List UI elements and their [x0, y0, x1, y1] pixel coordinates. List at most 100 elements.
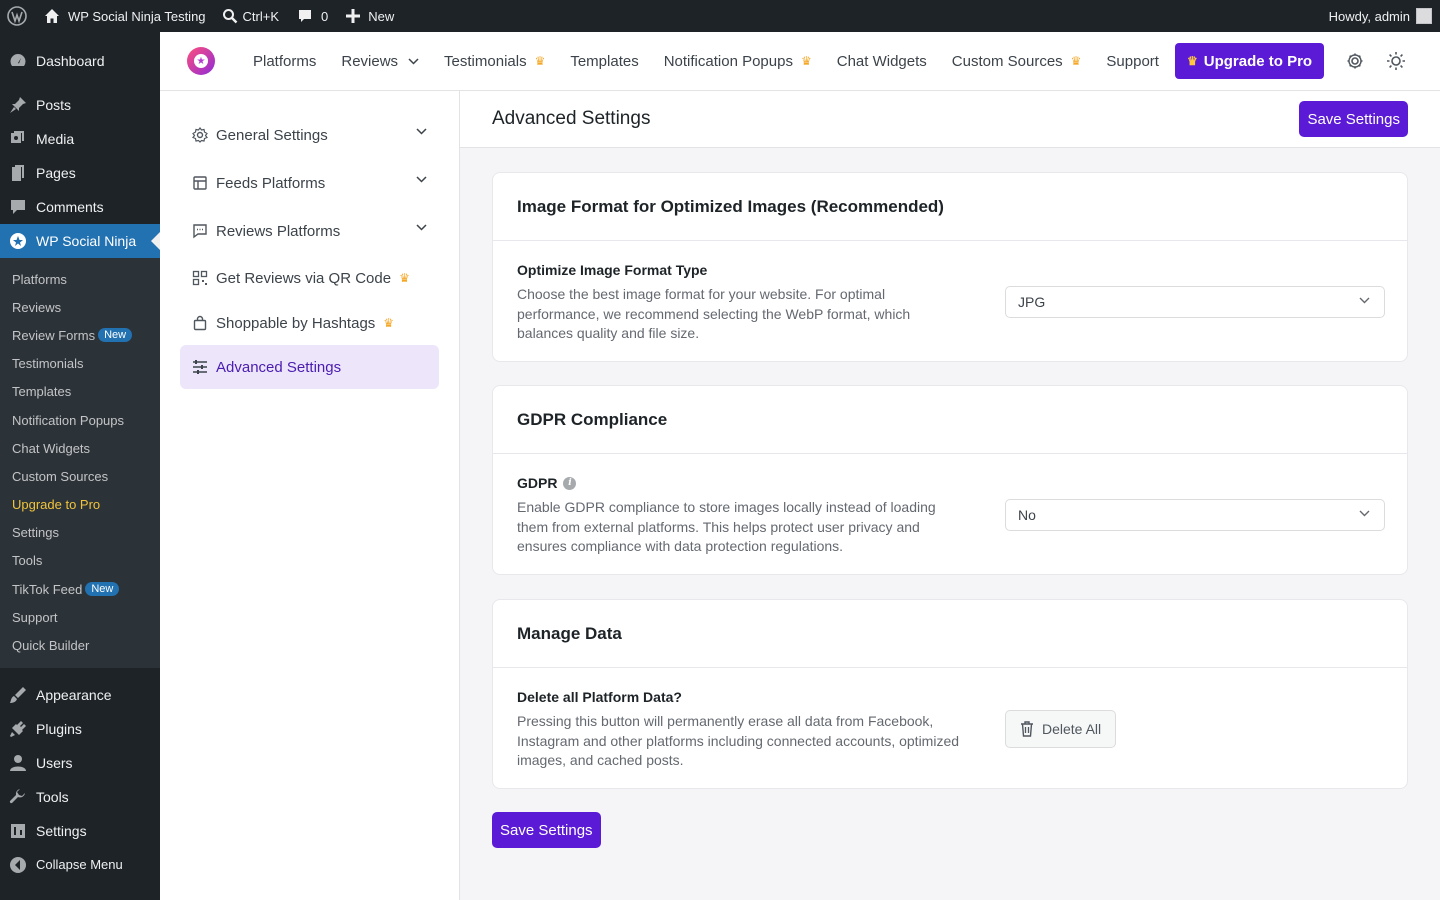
chevron-down-icon: [416, 128, 427, 135]
menu-label: Settings: [36, 822, 87, 839]
submenu-upgrade-to-pro[interactable]: Upgrade to Pro: [0, 491, 160, 519]
submenu-platforms[interactable]: Platforms: [0, 265, 160, 293]
avatar: [1416, 8, 1432, 24]
delete-all-button[interactable]: Delete All: [1005, 710, 1117, 748]
chevron-down-icon: [416, 224, 427, 231]
menu-pages[interactable]: Pages: [0, 156, 160, 190]
submenu-reviews[interactable]: Reviews: [0, 293, 160, 321]
nav-label: Platforms: [253, 52, 317, 70]
card-body: GDPR i Enable GDPR compliance to store i…: [493, 454, 1407, 574]
gdpr-select[interactable]: No: [1005, 499, 1385, 531]
submenu-settings[interactable]: Settings: [0, 519, 160, 547]
settings-nav-advanced[interactable]: Advanced Settings: [180, 345, 439, 389]
nav-label: Testimonials: [444, 52, 527, 70]
submenu-chat-widgets[interactable]: Chat Widgets: [0, 434, 160, 462]
admin-sidebar: Dashboard Posts Media Pages Comments WP …: [0, 32, 160, 900]
menu-dashboard[interactable]: Dashboard: [0, 44, 160, 78]
wordpress-logo-icon[interactable]: [0, 0, 37, 32]
comments-count: 0: [321, 8, 329, 24]
plus-icon: [346, 9, 361, 23]
submenu-label: Upgrade to Pro: [12, 497, 101, 513]
site-name-link[interactable]: WP Social Ninja Testing: [37, 0, 213, 32]
image-format-select[interactable]: JPG: [1005, 286, 1385, 318]
submenu-custom-sources[interactable]: Custom Sources: [0, 462, 160, 490]
submenu-support[interactable]: Support: [0, 603, 160, 631]
menu-label: Dashboard: [36, 53, 105, 69]
settings-nav-label: General Settings: [216, 126, 328, 144]
settings-nav-qr-code[interactable]: Get Reviews via QR Code ♛: [180, 256, 439, 300]
comments-link[interactable]: 0: [290, 0, 335, 32]
nav-support[interactable]: Support: [1106, 53, 1159, 70]
menu-settings[interactable]: Settings: [0, 814, 160, 848]
field-label: Delete all Platform Data?: [517, 689, 682, 705]
menu-comments[interactable]: Comments: [0, 190, 160, 224]
submenu-label: Templates: [12, 384, 72, 400]
home-icon: [45, 9, 59, 23]
search-shortcut[interactable]: Ctrl+K: [215, 0, 286, 32]
settings-nav-reviews-platforms[interactable]: Reviews Platforms: [180, 209, 439, 253]
crown-icon: ♛: [800, 54, 812, 68]
info-icon[interactable]: i: [563, 476, 577, 490]
settings-nav-general[interactable]: General Settings: [180, 113, 439, 157]
search-icon: [222, 9, 237, 24]
menu-label: WP Social Ninja: [36, 233, 137, 249]
crown-icon: ♛: [1186, 54, 1198, 68]
submenu-testimonials[interactable]: Testimonials: [0, 350, 160, 378]
nav-chat-widgets[interactable]: Chat Widgets: [837, 53, 927, 70]
settings-nav-feeds-platforms[interactable]: Feeds Platforms: [180, 161, 439, 205]
nav-templates[interactable]: Templates: [570, 53, 638, 70]
crown-icon: ♛: [399, 271, 410, 285]
plugin-icon: [8, 719, 28, 739]
nav-notification-popups[interactable]: Notification Popups ♛: [664, 53, 812, 70]
crown-icon: ♛: [383, 316, 395, 330]
delete-all-label: Delete All: [1042, 721, 1102, 737]
user-icon: [8, 753, 28, 773]
nav-label: Chat Widgets: [836, 52, 927, 70]
wp-social-ninja-submenu: Platforms Reviews Review Forms New Testim…: [0, 258, 160, 668]
save-settings-button[interactable]: Save Settings: [1299, 101, 1408, 137]
submenu-review-forms[interactable]: Review Forms New: [0, 321, 160, 349]
submenu-templates[interactable]: Templates: [0, 378, 160, 406]
menu-media[interactable]: Media: [0, 122, 160, 156]
menu-label: Comments: [36, 199, 104, 215]
nav-label: Templates: [570, 52, 639, 70]
select-value: No: [1018, 507, 1036, 523]
menu-label: Tools: [36, 788, 69, 805]
menu-tools[interactable]: Tools: [0, 780, 160, 814]
field-label-row: GDPR i: [517, 475, 577, 491]
upgrade-to-pro-button[interactable]: ♛ Upgrade to Pro: [1174, 43, 1325, 79]
account-menu[interactable]: Howdy, admin: [1322, 0, 1440, 32]
comment-icon: [299, 10, 312, 22]
nav-platforms[interactable]: Platforms: [253, 53, 316, 70]
new-badge: New: [98, 328, 133, 343]
save-settings-bottom-button[interactable]: Save Settings: [492, 812, 601, 848]
select-value: JPG: [1018, 294, 1046, 310]
settings-gear-button[interactable]: [1346, 52, 1364, 70]
chevron-down-icon: [416, 176, 427, 183]
menu-posts[interactable]: Posts: [0, 88, 160, 122]
nav-custom-sources[interactable]: Custom Sources ♛: [952, 53, 1082, 70]
nav-label: Custom Sources: [951, 52, 1063, 70]
submenu-tools[interactable]: Tools: [0, 547, 160, 575]
new-content-link[interactable]: New: [339, 0, 401, 32]
submenu-label: Custom Sources: [12, 468, 109, 484]
gear-icon: [192, 127, 208, 143]
review-icon: [192, 223, 208, 239]
settings-nav-shoppable[interactable]: Shoppable by Hashtags ♛: [180, 301, 439, 345]
pin-icon: [8, 95, 28, 115]
theme-toggle-button[interactable]: [1386, 51, 1406, 71]
page-header: Advanced Settings Save Settings: [460, 91, 1440, 148]
submenu-notification-popups[interactable]: Notification Popups: [0, 406, 160, 434]
collapse-menu-button[interactable]: Collapse Menu: [0, 848, 160, 882]
wp-social-ninja-logo[interactable]: ★: [187, 47, 215, 75]
nav-reviews[interactable]: Reviews: [341, 53, 419, 70]
nav-testimonials[interactable]: Testimonials ♛: [444, 53, 545, 70]
admin-bar: WP Social Ninja Testing Ctrl+K 0 New How…: [0, 0, 1440, 32]
card-body: Delete all Platform Data? Pressing this …: [493, 668, 1407, 788]
menu-plugins[interactable]: Plugins: [0, 712, 160, 746]
menu-wp-social-ninja[interactable]: WP Social Ninja: [0, 224, 160, 258]
menu-users[interactable]: Users: [0, 746, 160, 780]
submenu-tiktok-feed[interactable]: TikTok Feed New: [0, 575, 160, 603]
submenu-quick-builder[interactable]: Quick Builder: [0, 631, 160, 659]
menu-appearance[interactable]: Appearance: [0, 678, 160, 712]
